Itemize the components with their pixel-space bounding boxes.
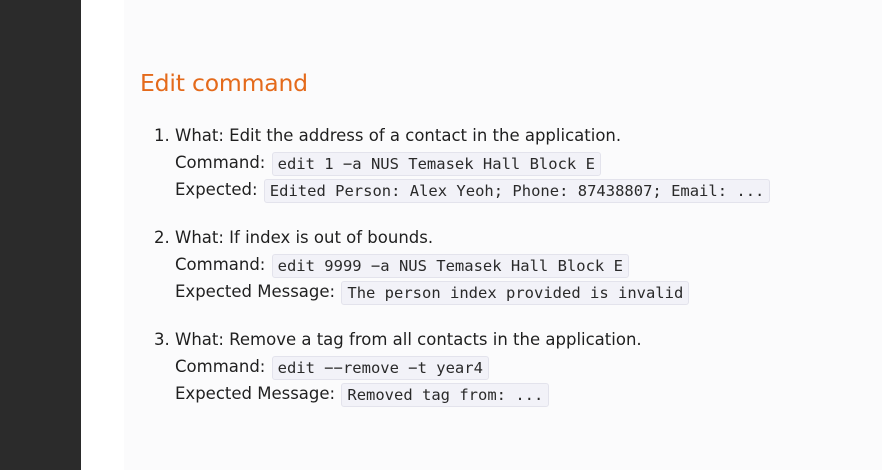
expected-label: Expected: [175,180,258,199]
step-command-line: Command: edit −−remove −t year4 [154,354,874,381]
section-title: Edit command [140,69,308,97]
command-label: Command: [175,357,266,376]
command-code: edit −−remove −t year4 [271,355,489,380]
expected-code: Removed tag from: ... [341,382,550,407]
step-number: 3. [154,330,170,349]
step-expected-line: Expected Message: The person index provi… [154,279,874,306]
expected-code: Edited Person: Alex Yeoh; Phone: 8743880… [263,178,771,203]
step-what: What: Remove a tag from all contacts in … [175,330,642,349]
expected-label: Expected Message: [175,282,336,301]
command-label: Command: [175,255,266,274]
command-code: edit 9999 −a NUS Temasek Hall Block E [271,253,629,278]
step-number: 2. [154,228,170,247]
step-expected-line: Expected: Edited Person: Alex Yeoh; Phon… [154,177,874,204]
step-what: What: If index is out of bounds. [175,228,434,247]
step-command-line: Command: edit 9999 −a NUS Temasek Hall B… [154,252,874,279]
list-item: 3. What: Remove a tag from all contacts … [154,327,874,408]
step-what: What: Edit the address of a contact in t… [175,126,622,145]
step-number: 1. [154,126,170,145]
command-label: Command: [175,153,266,172]
command-code: edit 1 −a NUS Temasek Hall Block E [271,151,601,176]
left-sidebar [0,0,81,470]
list-item: 1. What: Edit the address of a contact i… [154,123,874,204]
expected-label: Expected Message: [175,384,336,403]
expected-code: The person index provided is invalid [341,280,690,305]
list-item: 2. What: If index is out of bounds. Comm… [154,225,874,306]
step-expected-line: Expected Message: Removed tag from: ... [154,381,874,408]
step-command-line: Command: edit 1 −a NUS Temasek Hall Bloc… [154,150,874,177]
test-steps-list: 1. What: Edit the address of a contact i… [154,123,874,429]
